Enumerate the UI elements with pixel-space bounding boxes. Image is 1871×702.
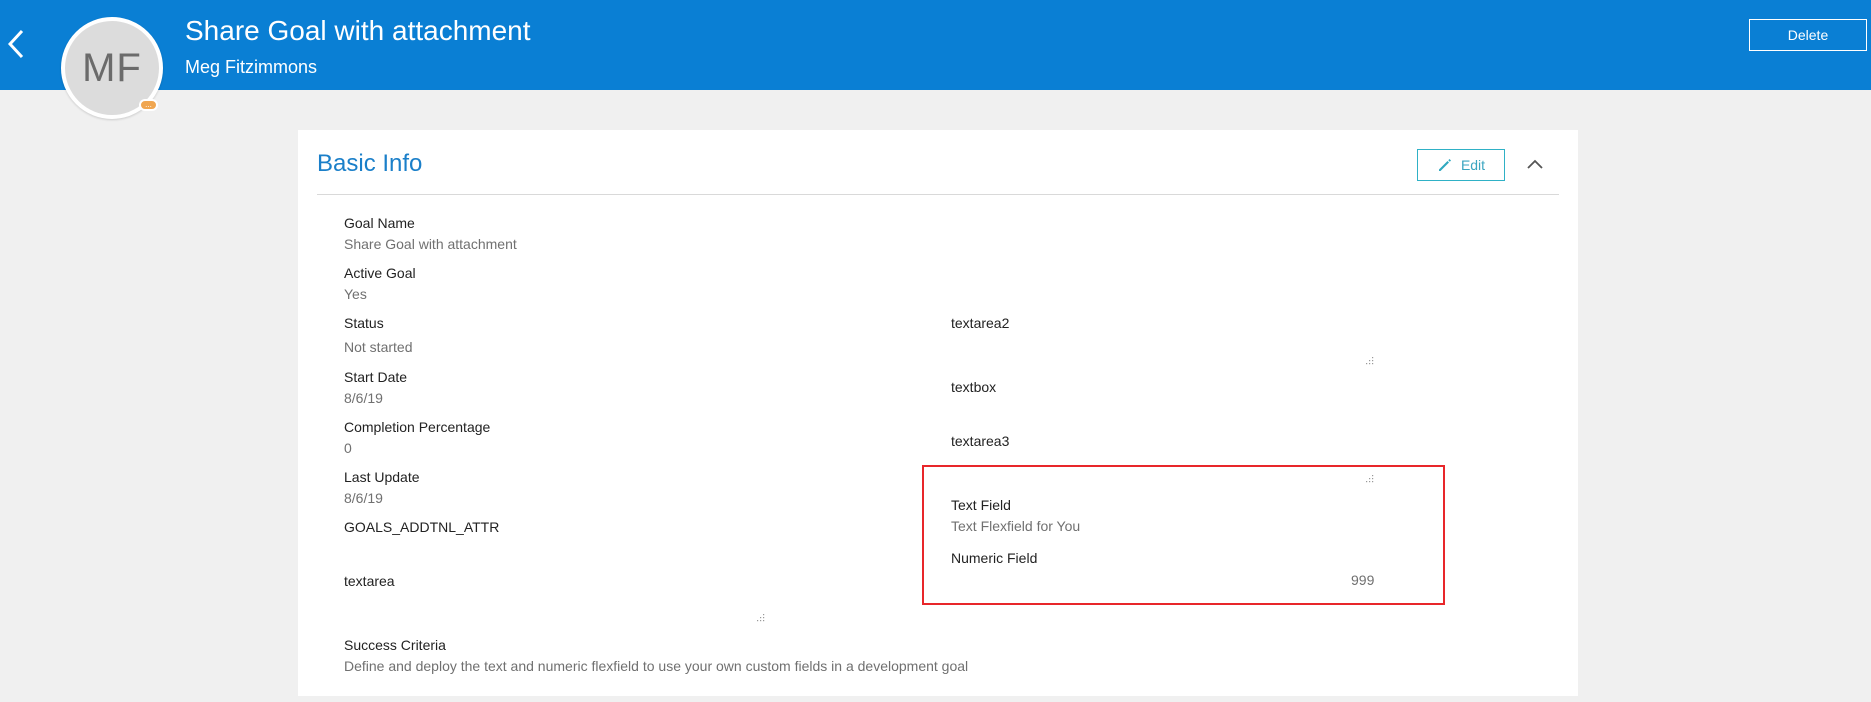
textarea-field: textarea — [344, 573, 395, 589]
status-field: Status Not started — [344, 315, 412, 355]
field-value: Share Goal with attachment — [344, 236, 517, 252]
resize-grip-icon[interactable] — [1366, 357, 1374, 365]
field-label: Completion Percentage — [344, 419, 491, 435]
presence-badge: ... — [139, 99, 158, 111]
field-value: 0 — [344, 440, 352, 456]
goals-addtnl-attr-field: GOALS_ADDTNL_ATTR — [344, 519, 499, 535]
page-title: Share Goal with attachment — [185, 15, 531, 46]
field-label: textbox — [951, 379, 997, 395]
resize-grip-icon[interactable] — [757, 614, 765, 622]
field-label: Active Goal — [344, 265, 416, 281]
completion-percentage-field: Completion Percentage 0 — [344, 419, 490, 456]
collapse-button[interactable] — [1522, 150, 1548, 178]
field-value: 8/6/19 — [344, 490, 383, 506]
field-value: Yes — [344, 286, 367, 302]
highlight-box — [922, 465, 1445, 605]
field-label: Goal Name — [344, 215, 415, 231]
success-criteria-field: Success Criteria Define and deploy the t… — [344, 637, 968, 674]
field-value: 8/6/19 — [344, 390, 383, 406]
section-title: Basic Info — [317, 150, 423, 177]
header-bar: Share Goal with attachment Meg Fitzimmon… — [0, 0, 1871, 90]
field-label: GOALS_ADDTNL_ATTR — [344, 519, 500, 535]
person-name: Meg Fitzimmons — [185, 57, 318, 77]
field-label: textarea2 — [951, 315, 1010, 331]
textbox-field: textbox — [951, 379, 996, 395]
start-date-field: Start Date 8/6/19 — [344, 369, 407, 406]
delete-button[interactable]: Delete — [1749, 19, 1867, 51]
field-value: Define and deploy the text and numeric f… — [344, 658, 969, 674]
avatar-initials: MF — [82, 45, 142, 90]
textarea2-field: textarea2 — [951, 315, 1009, 331]
section-divider — [317, 194, 1559, 195]
chevron-left-icon — [8, 29, 24, 59]
pencil-icon — [1438, 159, 1451, 171]
field-label: textarea — [344, 573, 395, 589]
field-label: Start Date — [344, 369, 408, 385]
goal-name-field: Goal Name Share Goal with attachment — [344, 215, 517, 252]
chevron-up-icon — [1527, 159, 1543, 169]
last-update-field: Last Update 8/6/19 — [344, 469, 420, 506]
edit-label: Edit — [1460, 157, 1486, 173]
textarea3-field: textarea3 — [951, 433, 1009, 449]
field-label: Last Update — [344, 469, 420, 485]
active-goal-field: Active Goal Yes — [344, 265, 416, 302]
back-button[interactable] — [2, 22, 30, 66]
field-label: textarea3 — [951, 433, 1010, 449]
field-value: Not started — [344, 339, 413, 355]
field-label: Status — [344, 315, 384, 331]
field-label: Success Criteria — [344, 637, 446, 653]
edit-button[interactable]: Edit — [1417, 149, 1505, 181]
